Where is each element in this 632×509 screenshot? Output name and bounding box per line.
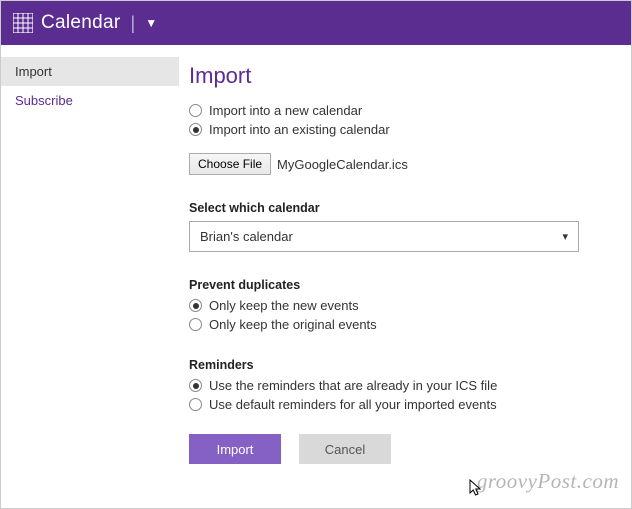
radio-icon (189, 379, 202, 392)
reminders-label: Reminders (189, 358, 609, 372)
radio-label: Use default reminders for all your impor… (209, 397, 497, 412)
select-calendar-label: Select which calendar (189, 201, 609, 215)
file-name: MyGoogleCalendar.ics (277, 157, 408, 172)
sidebar-item-subscribe[interactable]: Subscribe (1, 86, 179, 115)
chevron-down-icon[interactable]: ▼ (145, 16, 157, 30)
app-header: Calendar | ▼ (1, 1, 631, 45)
sidebar: Import Subscribe (1, 45, 179, 508)
chevron-down-icon: ▾ (562, 230, 568, 243)
sidebar-item-label: Subscribe (15, 93, 73, 108)
radio-label: Only keep the new events (209, 298, 359, 313)
sidebar-item-import[interactable]: Import (1, 57, 179, 86)
radio-import-new[interactable]: Import into a new calendar (189, 103, 609, 118)
radio-dup-new[interactable]: Only keep the new events (189, 298, 609, 313)
calendar-select[interactable]: Brian's calendar ▾ (189, 221, 579, 252)
prevent-duplicates-label: Prevent duplicates (189, 278, 609, 292)
radio-icon (189, 104, 202, 117)
import-button[interactable]: Import (189, 434, 281, 464)
radio-icon (189, 398, 202, 411)
page-title: Import (189, 63, 609, 89)
radio-reminders-default[interactable]: Use default reminders for all your impor… (189, 397, 609, 412)
radio-icon (189, 318, 202, 331)
radio-label: Import into a new calendar (209, 103, 362, 118)
watermark: groovyPost.com (477, 469, 619, 494)
choose-file-button[interactable]: Choose File (189, 153, 271, 175)
radio-label: Import into an existing calendar (209, 122, 390, 137)
radio-dup-original[interactable]: Only keep the original events (189, 317, 609, 332)
select-value: Brian's calendar (200, 229, 293, 244)
radio-label: Only keep the original events (209, 317, 377, 332)
radio-icon (189, 123, 202, 136)
mouse-cursor-icon (469, 479, 483, 500)
app-title: Calendar (41, 12, 121, 34)
radio-label: Use the reminders that are already in yo… (209, 378, 497, 393)
calendar-grid-icon (13, 13, 33, 33)
cancel-button[interactable]: Cancel (299, 434, 391, 464)
header-divider: | (131, 13, 136, 34)
sidebar-item-label: Import (15, 64, 52, 79)
radio-reminders-ics[interactable]: Use the reminders that are already in yo… (189, 378, 609, 393)
main-panel: Import Import into a new calendar Import… (179, 45, 631, 508)
radio-import-existing[interactable]: Import into an existing calendar (189, 122, 609, 137)
radio-icon (189, 299, 202, 312)
